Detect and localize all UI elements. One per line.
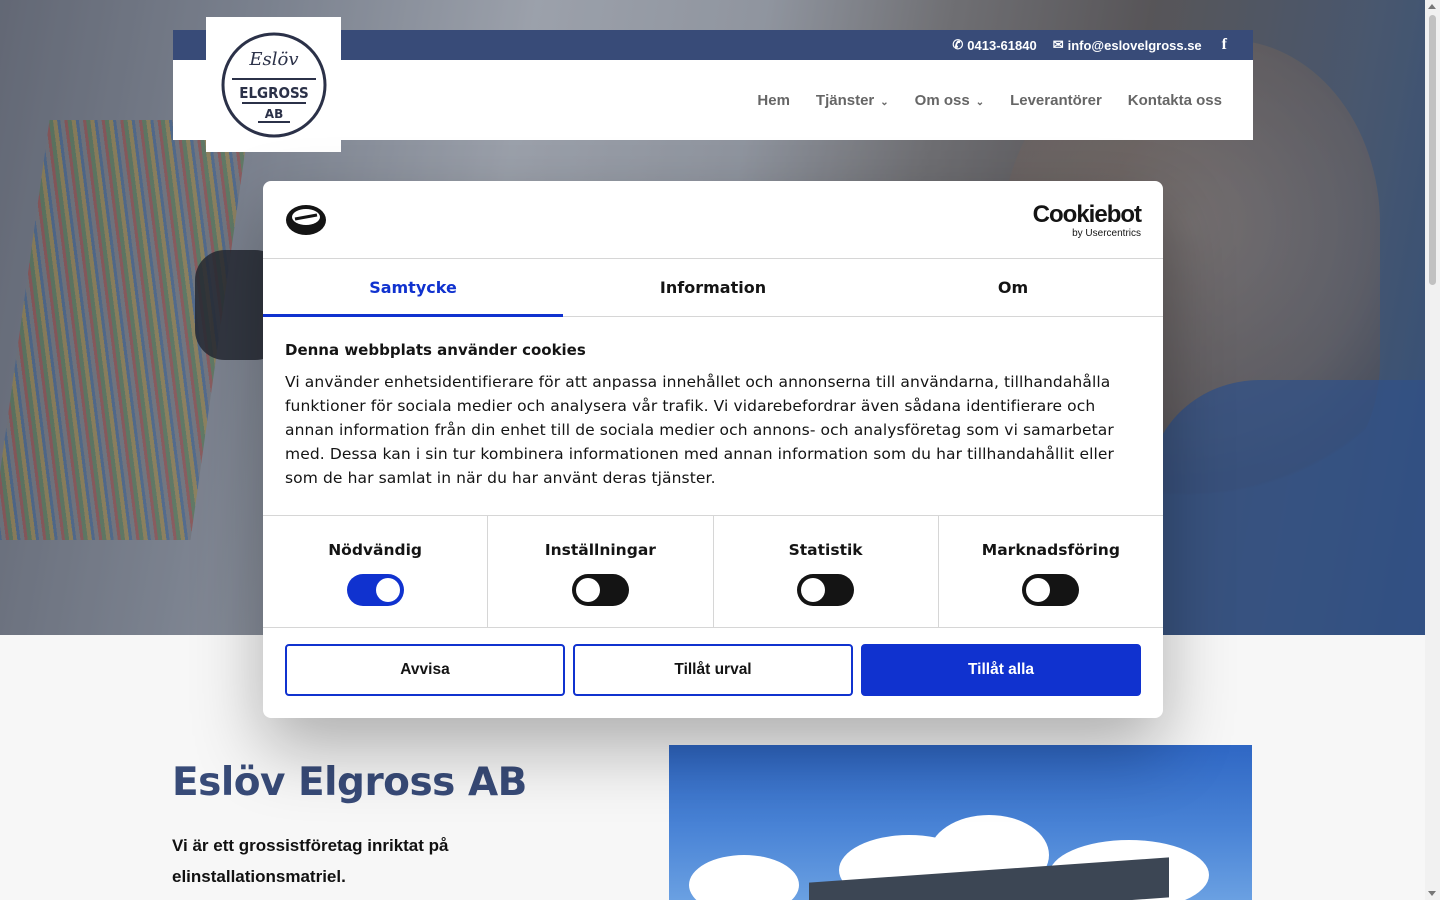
- tab-om[interactable]: Om: [863, 259, 1163, 316]
- allow-selection-button[interactable]: Tillåt urval: [573, 644, 853, 696]
- toggle-label: Nödvändig: [328, 541, 423, 559]
- allow-all-button[interactable]: Tillåt alla: [861, 644, 1141, 696]
- toggle-group-marknadsforing: Marknadsföring: [939, 516, 1163, 627]
- cookiebot-name: Cookiebot: [1032, 201, 1142, 228]
- scroll-down-icon[interactable]: [1428, 891, 1436, 896]
- toggle-group-statistik: Statistik: [714, 516, 939, 627]
- site-favicon-icon: [286, 205, 326, 235]
- nav-item-kontakta-oss[interactable]: Kontakta oss: [1128, 92, 1222, 109]
- toggle-label: Marknadsföring: [981, 541, 1120, 559]
- page-title: Eslöv Elgross AB: [172, 760, 527, 805]
- tab-samtycke[interactable]: Samtycke: [263, 259, 563, 317]
- toggle-label: Statistik: [788, 541, 863, 559]
- envelope-icon: ✉: [1052, 37, 1064, 52]
- nav-item-tjanster[interactable]: Tjänster ⌄: [816, 92, 889, 109]
- dialog-header: Cookiebot by Usercentrics: [263, 181, 1163, 259]
- nav-item-label: Tjänster: [815, 91, 875, 109]
- toggle-knob: [801, 578, 826, 602]
- logo-line2: ELGROSS: [239, 84, 309, 102]
- intro-text: Vi är ett grossistföretag inriktat på el…: [172, 836, 449, 886]
- logo-line3: AB: [264, 107, 282, 121]
- phone-icon: ✆: [952, 37, 964, 52]
- scrollbar-thumb[interactable]: [1429, 15, 1436, 285]
- toggle-nodvandig[interactable]: [346, 574, 404, 606]
- toggle-marknadsforing[interactable]: [1022, 574, 1080, 606]
- nav-item-om-oss[interactable]: Om oss ⌄: [915, 92, 984, 109]
- logo-emblem: Eslöv ELGROSS AB: [221, 32, 326, 137]
- email-address: info@eslovelgross.se: [1067, 37, 1202, 53]
- site-logo[interactable]: Eslöv ELGROSS AB: [206, 17, 341, 152]
- nav-item-label: Leverantörer: [1010, 91, 1102, 109]
- nav-item-leverantorer[interactable]: Leverantörer: [1010, 92, 1102, 109]
- chevron-down-icon: ⌄: [880, 96, 889, 108]
- toggle-installningar[interactable]: [571, 574, 629, 606]
- toggle-knob: [1026, 578, 1051, 602]
- toggle-group-nodvandig: Nödvändig: [263, 516, 489, 627]
- phone-number: 0413-61840: [967, 37, 1037, 53]
- toggle-knob: [575, 578, 600, 602]
- scroll-up-icon[interactable]: [1428, 4, 1436, 9]
- facebook-icon[interactable]: f: [1222, 36, 1227, 54]
- page-scrollbar[interactable]: [1425, 0, 1440, 900]
- chevron-down-icon: ⌄: [975, 96, 985, 108]
- cookie-consent-dialog: Cookiebot by Usercentrics Samtycke Infor…: [263, 181, 1163, 718]
- cloud-graphic: [689, 855, 799, 900]
- nav-item-label: Kontakta oss: [1127, 91, 1222, 109]
- nav-item-hem[interactable]: Hem: [757, 92, 790, 109]
- dialog-description: Vi använder enhetsidentifierare för att …: [285, 373, 1115, 487]
- toggle-label: Inställningar: [544, 541, 656, 559]
- tab-information[interactable]: Information: [563, 259, 863, 316]
- main-navigation: Hem Tjänster ⌄ Om oss ⌄ Leverantörer Konta…: [757, 60, 1222, 140]
- dialog-buttons: Avvisa Tillåt urval Tillåt alla: [263, 628, 1163, 712]
- toggle-group-installningar: Inställningar: [488, 516, 714, 627]
- consent-toggles: Nödvändig Inställningar Statistik Markna…: [263, 515, 1163, 628]
- nav-item-label: Om oss: [914, 91, 970, 109]
- dialog-heading: Denna webbplats använder cookies: [285, 341, 586, 359]
- dialog-body: Denna webbplats använder cookies Vi anvä…: [263, 317, 1163, 515]
- phone-link[interactable]: ✆ 0413-61840: [952, 37, 1036, 53]
- nav-item-label: Hem: [757, 91, 790, 109]
- cookiebot-logo[interactable]: Cookiebot by Usercentrics: [1032, 201, 1142, 240]
- logo-line1: Eslöv: [248, 49, 298, 70]
- deny-button[interactable]: Avvisa: [285, 644, 565, 696]
- cookiebot-sub: by Usercentrics: [1072, 228, 1141, 239]
- toggle-statistik[interactable]: [797, 574, 855, 606]
- email-link[interactable]: ✉ info@eslovelgross.se: [1053, 37, 1202, 53]
- building-photo: [669, 745, 1252, 900]
- toggle-knob: [375, 578, 400, 602]
- dialog-tabs: Samtycke Information Om: [263, 259, 1163, 317]
